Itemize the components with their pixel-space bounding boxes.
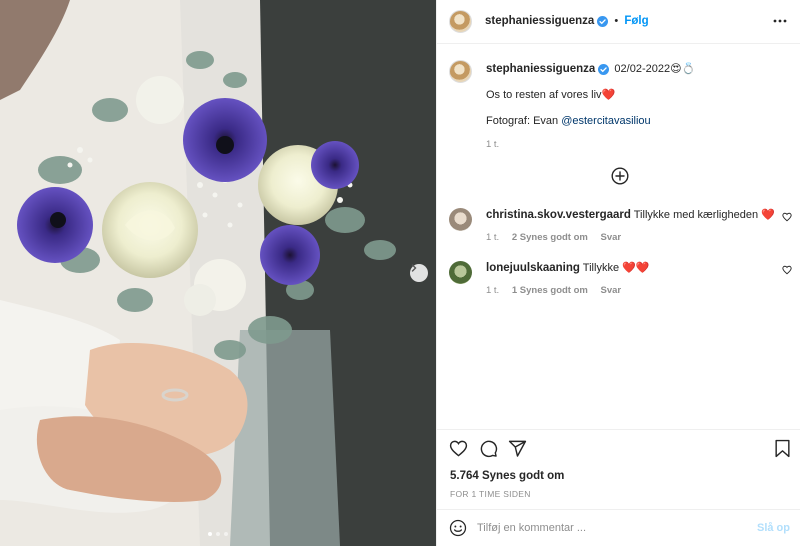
- carousel-indicator: [208, 532, 228, 536]
- caption-date: 02/02-2022😍💍: [614, 63, 696, 75]
- caption-photographer-text: Fotograf: Evan: [486, 115, 562, 127]
- header-separator: •: [614, 15, 619, 27]
- caption-line-2: Fotograf: Evan @estercitavasiliou: [486, 115, 651, 127]
- carousel-dot: [208, 532, 212, 536]
- header-username[interactable]: stephaniessiguenza: [485, 15, 594, 27]
- comment-likes[interactable]: 1 Synes godt om: [512, 285, 588, 296]
- avatar[interactable]: [449, 10, 472, 33]
- comment-text-row: lonejuulskaaning Tillykke ❤️❤️: [486, 261, 650, 274]
- chevron-right-icon: [411, 264, 417, 272]
- post-photo[interactable]: [0, 0, 436, 546]
- caption-username[interactable]: stephaniessiguenza: [486, 63, 595, 75]
- comment-text: Tillykke ❤️❤️: [582, 262, 650, 274]
- share-icon[interactable]: [508, 439, 527, 458]
- carousel-dot: [224, 532, 228, 536]
- mention-link[interactable]: @estercitavasiliou: [561, 115, 650, 127]
- more-horizontal-icon[interactable]: [773, 14, 787, 28]
- heart-outline-icon[interactable]: [782, 265, 792, 275]
- comment-username[interactable]: christina.skov.vestergaard: [486, 209, 631, 221]
- comment-time: 1 t.: [486, 232, 500, 243]
- comment-text: Tillykke med kærligheden ❤️: [633, 209, 775, 221]
- comment-meta: 1 t. 2 Synes godt om Svar: [486, 232, 631, 243]
- avatar[interactable]: [449, 261, 472, 284]
- post-header: stephaniessiguenza • Følg: [437, 0, 800, 44]
- post-details-panel: stephaniessiguenza • Følg stephaniessigu…: [436, 0, 800, 546]
- avatar[interactable]: [449, 208, 472, 231]
- avatar[interactable]: [449, 60, 472, 83]
- instagram-post-view: stephaniessiguenza • Følg stephaniessigu…: [0, 0, 800, 546]
- comment-username[interactable]: lonejuulskaaning: [486, 262, 580, 274]
- caption-header: stephaniessiguenza 02/02-2022😍💍: [486, 62, 695, 75]
- comment-input[interactable]: [477, 519, 747, 537]
- comment-time: 1 t.: [486, 285, 500, 296]
- post-time: FOR 1 TIME SIDEN: [450, 489, 531, 499]
- caption-time: 1 t.: [486, 139, 500, 150]
- add-comment-bar: Slå op: [437, 509, 800, 546]
- heart-outline-icon[interactable]: [782, 212, 792, 222]
- post-comment-button[interactable]: Slå op: [757, 522, 790, 534]
- comment-text-row: christina.skov.vestergaard Tillykke med …: [486, 208, 775, 221]
- comment-meta: 1 t. 1 Synes godt om Svar: [486, 285, 631, 296]
- verified-badge-icon: [598, 63, 610, 75]
- carousel-next-button[interactable]: [410, 264, 428, 282]
- likes-count[interactable]: 5.764 Synes godt om: [450, 470, 564, 482]
- post-actions: 5.764 Synes godt om FOR 1 TIME SIDEN: [437, 429, 800, 509]
- reply-button[interactable]: Svar: [601, 232, 622, 243]
- plus-circle-icon[interactable]: [611, 167, 629, 185]
- heart-icon[interactable]: [449, 439, 468, 458]
- carousel-dot: [216, 532, 220, 536]
- caption-line-1: Os to resten af vores liv❤️: [486, 89, 616, 101]
- bouquet-photo: [0, 0, 436, 546]
- emoji-icon[interactable]: [449, 519, 467, 537]
- follow-button[interactable]: Følg: [624, 15, 648, 27]
- comment-likes[interactable]: 2 Synes godt om: [512, 232, 588, 243]
- bookmark-icon[interactable]: [774, 439, 791, 458]
- reply-button[interactable]: Svar: [601, 285, 622, 296]
- verified-badge-icon: [597, 15, 609, 27]
- comment-icon[interactable]: [479, 439, 498, 458]
- header-user-row: stephaniessiguenza • Følg: [485, 15, 649, 27]
